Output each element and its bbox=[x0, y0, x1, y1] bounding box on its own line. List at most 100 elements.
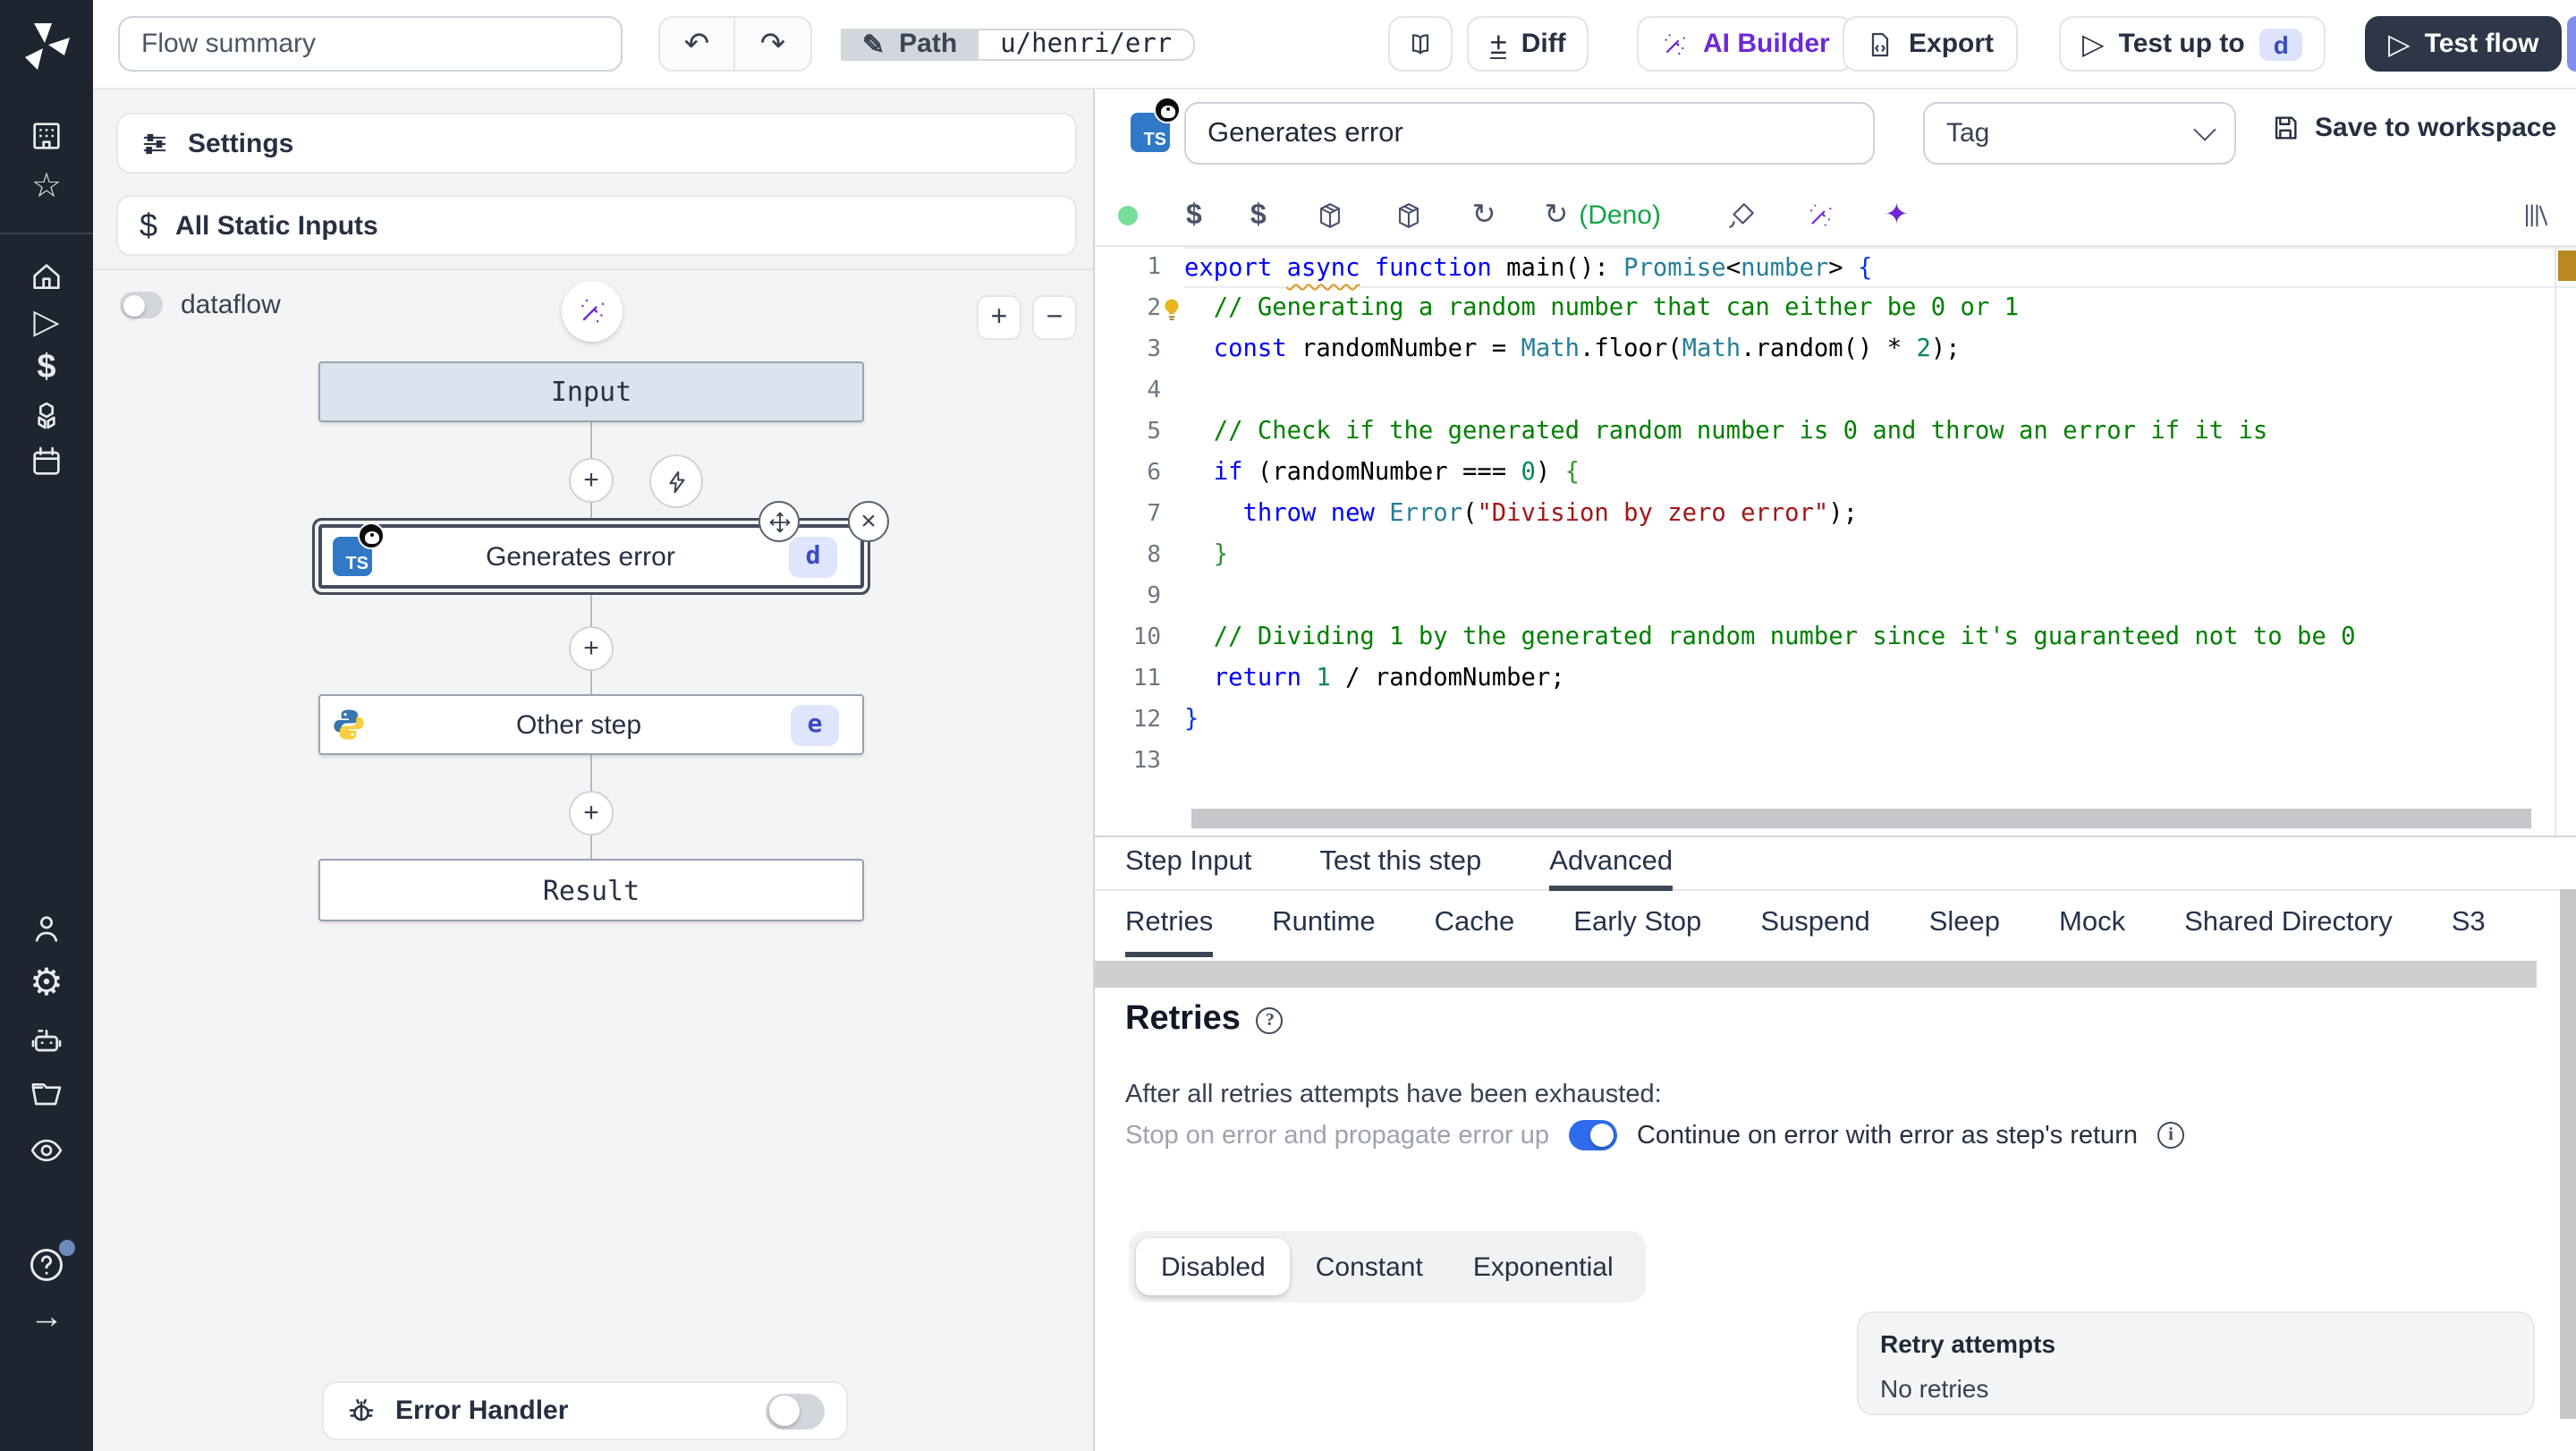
tab-advanced[interactable]: Advanced bbox=[1549, 837, 1674, 891]
subtab-runtime[interactable]: Runtime bbox=[1272, 893, 1375, 957]
code-line-2[interactable]: 2 // Generating a random number that can… bbox=[1095, 288, 2576, 329]
line-number: 13 bbox=[1132, 748, 1161, 775]
subtab-shared-directory[interactable]: Shared Directory bbox=[2184, 893, 2393, 957]
code-line-12[interactable]: 12} bbox=[1095, 700, 2576, 741]
panel-vertical-scrollbar[interactable] bbox=[2560, 889, 2576, 1419]
tag-select-value: Tag bbox=[1946, 118, 1990, 148]
ai-wand-icon[interactable] bbox=[1806, 199, 1836, 230]
add-step-button[interactable]: + bbox=[569, 791, 614, 836]
save-to-workspace-button[interactable]: Save to workspace bbox=[2270, 113, 2556, 143]
code-editor[interactable]: 1 export async function main(): Promise<n… bbox=[1095, 245, 2576, 837]
edge-button-sliver[interactable] bbox=[2567, 16, 2576, 72]
zoom-in-button[interactable]: + bbox=[977, 295, 1021, 340]
diff-button[interactable]: ± Diff bbox=[1467, 16, 1589, 72]
settings-gear-icon[interactable]: ⚙ bbox=[0, 964, 93, 1002]
code-line-5[interactable]: 5 // Check if the generated random numbe… bbox=[1095, 412, 2576, 453]
code-line-11[interactable]: 11 return 1 / randomNumber; bbox=[1095, 658, 2576, 700]
ai-flow-wand-button[interactable] bbox=[562, 281, 623, 342]
dataflow-toggle[interactable] bbox=[120, 292, 163, 318]
delete-step-button[interactable]: × bbox=[848, 501, 889, 542]
library-icon[interactable] bbox=[2521, 199, 2551, 230]
code-line-13[interactable]: 13 bbox=[1095, 741, 2576, 782]
result-node[interactable]: Result bbox=[318, 859, 864, 921]
code-line-6[interactable]: 6 if (randomNumber === 0) { bbox=[1095, 453, 2576, 494]
export-label: Export bbox=[1909, 29, 1995, 59]
workers-robot-icon[interactable] bbox=[0, 1023, 93, 1059]
python-icon bbox=[331, 707, 367, 742]
code-line-7[interactable]: 7 throw new Error("Division by zero erro… bbox=[1095, 494, 2576, 535]
editor-horizontal-scrollbar[interactable] bbox=[1191, 809, 2531, 828]
package-icon[interactable] bbox=[1315, 199, 1345, 230]
add-step-button[interactable]: + bbox=[569, 458, 614, 503]
path-value[interactable]: u/henri/err bbox=[979, 28, 1196, 60]
trigger-bolt-button[interactable] bbox=[649, 454, 703, 508]
undo-button[interactable]: ↶ bbox=[660, 18, 735, 70]
error-handler-toggle[interactable] bbox=[766, 1393, 825, 1429]
tag-select[interactable]: Tag bbox=[1923, 102, 2236, 165]
format-brush-icon[interactable] bbox=[1727, 199, 1758, 230]
user-icon[interactable] bbox=[0, 911, 93, 946]
folders-icon[interactable] bbox=[0, 1077, 93, 1113]
code-line-10[interactable]: 10 // Dividing 1 by the generated random… bbox=[1095, 617, 2576, 658]
tab-test-this-step[interactable]: Test this step bbox=[1319, 837, 1481, 891]
line-number: 9 bbox=[1147, 583, 1161, 610]
flow-summary-input[interactable] bbox=[118, 16, 623, 72]
step-node-other-step[interactable]: Other step e bbox=[318, 694, 864, 755]
runs-icon[interactable]: ▷ bbox=[0, 305, 93, 342]
move-step-button[interactable] bbox=[758, 501, 800, 542]
typescript-icon: TS bbox=[333, 522, 385, 576]
ai-builder-button[interactable]: AI Builder bbox=[1637, 16, 1853, 72]
step-name-input[interactable] bbox=[1184, 102, 1875, 165]
export-button[interactable]: Export bbox=[1843, 16, 2018, 72]
test-flow-button[interactable]: ▷ Test flow bbox=[2365, 16, 2563, 72]
windmill-logo-icon[interactable] bbox=[14, 14, 79, 79]
variables-icon[interactable]: $ bbox=[0, 350, 93, 386]
zoom-out-button[interactable]: − bbox=[1032, 295, 1077, 340]
retry-mode-constant[interactable]: Constant bbox=[1291, 1238, 1448, 1295]
static-input-dollar-icon[interactable]: $ bbox=[1186, 199, 1202, 230]
continue-on-error-toggle[interactable] bbox=[1568, 1120, 1617, 1150]
error-handler-label: Error Handler bbox=[395, 1396, 569, 1426]
info-icon[interactable]: i bbox=[2157, 1122, 2184, 1149]
workspace-icon[interactable] bbox=[0, 118, 93, 154]
test-up-to-button[interactable]: ▷ Test up to d bbox=[2059, 16, 2326, 72]
subtab-early-stop[interactable]: Early Stop bbox=[1573, 893, 1701, 957]
runtime-reload[interactable]: ↻ (Deno) bbox=[1544, 199, 1661, 230]
subtabs-scrollbar[interactable] bbox=[1095, 961, 2537, 988]
reload-icon[interactable]: ↻ bbox=[1472, 199, 1496, 230]
all-static-inputs-button[interactable]: $ All Static Inputs bbox=[116, 195, 1077, 256]
retry-mode-disabled[interactable]: Disabled bbox=[1136, 1238, 1291, 1295]
redo-button[interactable]: ↷ bbox=[735, 18, 810, 70]
info-icon[interactable]: ? bbox=[1256, 1006, 1284, 1033]
favorites-icon[interactable]: ☆ bbox=[0, 169, 93, 206]
docs-button[interactable] bbox=[1388, 16, 1453, 72]
subtab-cache[interactable]: Cache bbox=[1435, 893, 1515, 957]
code-line-8[interactable]: 8 } bbox=[1095, 535, 2576, 576]
subtab-mock[interactable]: Mock bbox=[2059, 893, 2125, 957]
tab-step-input[interactable]: Step Input bbox=[1125, 837, 1251, 891]
help-icon[interactable] bbox=[0, 1240, 93, 1294]
subtab-sleep[interactable]: Sleep bbox=[1929, 893, 2000, 957]
code-line-4[interactable]: 4 bbox=[1095, 370, 2576, 412]
error-handler-row[interactable]: Error Handler bbox=[322, 1381, 848, 1440]
add-step-button[interactable]: + bbox=[569, 626, 614, 671]
code-line-1[interactable]: 1 export async function main(): Promise<n… bbox=[1095, 247, 2576, 288]
retry-mode-exponential[interactable]: Exponential bbox=[1448, 1238, 1639, 1295]
home-icon[interactable] bbox=[0, 259, 93, 295]
code-line-9[interactable]: 9 bbox=[1095, 576, 2576, 617]
subtab-s3[interactable]: S3 bbox=[2452, 893, 2486, 957]
package-icon[interactable] bbox=[1394, 199, 1424, 230]
subtab-suspend[interactable]: Suspend bbox=[1760, 893, 1869, 957]
audit-eye-icon[interactable] bbox=[0, 1133, 93, 1168]
code-line-3[interactable]: 3 const randomNumber = Math.floor(Math.r… bbox=[1095, 329, 2576, 370]
schedules-icon[interactable] bbox=[0, 444, 93, 479]
dynamic-input-dollar-icon[interactable]: $ bbox=[1250, 199, 1267, 230]
path-control[interactable]: ✎ Path u/henri/err bbox=[841, 16, 1196, 72]
resources-icon[interactable] bbox=[0, 399, 93, 435]
sparkles-icon[interactable]: ✦ bbox=[1885, 199, 1909, 230]
subtab-retries[interactable]: Retries bbox=[1125, 893, 1214, 957]
collapse-arrow-icon[interactable]: → bbox=[0, 1300, 93, 1336]
flow-settings-button[interactable]: Settings bbox=[116, 113, 1077, 174]
input-node[interactable]: Input bbox=[318, 361, 864, 422]
lightbulb-icon[interactable] bbox=[1159, 295, 1184, 320]
